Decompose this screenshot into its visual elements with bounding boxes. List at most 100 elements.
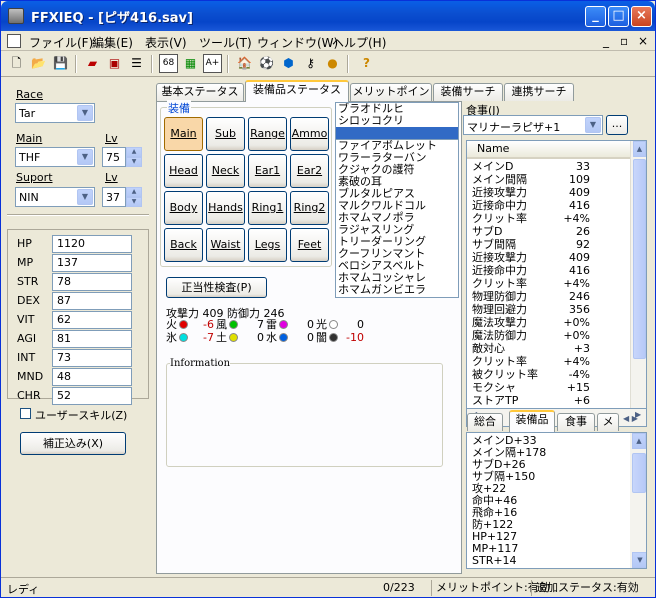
tab-equip-status[interactable]: 装備品ステータス xyxy=(245,80,349,102)
slot-sub[interactable]: Sub xyxy=(206,117,245,151)
tab-equipment[interactable]: 装備品 xyxy=(509,410,555,432)
item-list-entry[interactable]: シロッコクリ xyxy=(336,115,458,127)
list-icon[interactable]: ☰ xyxy=(127,54,146,73)
element-dot-icon xyxy=(179,320,188,329)
summary-value: 356 xyxy=(569,303,590,316)
element-dot-icon xyxy=(279,333,288,342)
slot-ammo[interactable]: Ammo xyxy=(290,117,329,151)
slot-ring1[interactable]: Ring1 xyxy=(248,191,287,225)
element-value: -10 xyxy=(346,331,364,344)
slot-ring2[interactable]: Ring2 xyxy=(290,191,329,225)
element-resist: 水0 xyxy=(266,329,314,345)
open-icon[interactable]: 📂 xyxy=(29,54,48,73)
summary-value: +6 xyxy=(573,394,590,407)
bonus-scrollbar[interactable]: ▲ ▼ xyxy=(630,433,646,568)
title-bar[interactable]: FFXIEQ - [ピザ416.sav] _ □ × xyxy=(1,1,655,31)
element-name: 氷 xyxy=(166,331,177,344)
book-red-icon[interactable]: ▰ xyxy=(83,54,102,73)
key-icon[interactable]: ⚷ xyxy=(301,54,320,73)
support-lv-input[interactable]: 37 xyxy=(102,187,126,207)
scroll-up-icon[interactable]: ▲ xyxy=(633,141,646,157)
slot-range[interactable]: Range xyxy=(248,117,287,151)
validity-check-button[interactable]: 正当性検査(P) xyxy=(166,277,267,298)
element-dot-icon xyxy=(329,333,338,342)
slot-waist[interactable]: Waist xyxy=(206,228,245,262)
tab-scroll-arrows[interactable]: ◀ ▶ xyxy=(623,414,645,428)
tab-basic-status[interactable]: 基本ステータス xyxy=(156,83,244,101)
name-column-header[interactable]: Name xyxy=(467,141,630,159)
support-job-select[interactable]: NIN ▼ xyxy=(15,187,95,207)
globe-icon[interactable]: ⬢ xyxy=(279,54,298,73)
summary-value: 409 xyxy=(569,186,590,199)
bonus-scroll-up-icon[interactable]: ▲ xyxy=(632,433,646,449)
mdi-minimize-icon[interactable]: _ xyxy=(603,34,609,48)
minimize-icon[interactable]: _ xyxy=(585,6,606,27)
bonus-scroll-thumb[interactable] xyxy=(632,453,646,493)
tab-food[interactable]: 食事 xyxy=(557,413,595,431)
slot-ear1[interactable]: Ear1 xyxy=(248,154,287,188)
summary-scrollbar[interactable]: ▲ xyxy=(630,141,646,408)
a-plus-icon[interactable]: A+ xyxy=(203,54,222,73)
menu-tools[interactable]: ツール(T) xyxy=(199,34,252,51)
ball-icon[interactable]: ⚽ xyxy=(257,54,276,73)
level68-icon[interactable]: 68 xyxy=(159,54,178,73)
summary-key: 敵対心 xyxy=(472,342,505,355)
book-check-icon[interactable]: ▣ xyxy=(105,54,124,73)
slot-legs[interactable]: Legs xyxy=(248,228,287,262)
summary-row: ストアTP +6 xyxy=(470,395,620,408)
tab-merit[interactable]: メ xyxy=(597,413,619,431)
menu-window[interactable]: ウィンドウ(W) xyxy=(257,34,338,51)
slot-neck[interactable]: Neck xyxy=(206,154,245,188)
bonus-scroll-down-icon[interactable]: ▼ xyxy=(632,552,646,568)
stat-value: 81 xyxy=(52,330,132,348)
summary-key: モクシャ xyxy=(472,381,516,394)
house-icon[interactable]: 🏠 xyxy=(235,54,254,73)
tab-chain-search[interactable]: 連携サーチ xyxy=(504,83,574,101)
help-icon[interactable]: ? xyxy=(357,54,376,73)
menu-edit[interactable]: 編集(E) xyxy=(92,34,133,51)
tab-merit-points[interactable]: メリットポイント xyxy=(350,83,432,114)
menu-file[interactable]: ファイル(F) xyxy=(29,34,93,51)
menu-help[interactable]: ヘルプ(H) xyxy=(332,34,386,51)
food-browse-button[interactable]: ... xyxy=(606,115,628,135)
main-lv-spinner[interactable]: ▲ ▼ xyxy=(126,147,142,167)
stat-value: 1120 xyxy=(52,235,132,253)
slot-feet[interactable]: Feet xyxy=(290,228,329,262)
menu-view[interactable]: 表示(V) xyxy=(145,34,187,51)
save-icon[interactable]: 💾 xyxy=(51,54,70,73)
tab-equip-search[interactable]: 装備サーチ xyxy=(433,83,503,101)
main-lv-input[interactable]: 75 xyxy=(102,147,126,167)
main-job-select[interactable]: THF ▼ xyxy=(15,147,95,167)
close-icon[interactable]: × xyxy=(631,6,652,27)
food-icon[interactable]: ● xyxy=(323,54,342,73)
stat-value: 48 xyxy=(52,368,132,386)
mdi-restore-icon[interactable]: ▫ xyxy=(620,34,628,48)
scroll-thumb[interactable] xyxy=(633,159,646,359)
slot-main[interactable]: Main xyxy=(164,117,203,151)
chart-icon[interactable]: ▦ xyxy=(181,54,200,73)
race-select[interactable]: Tar ▼ xyxy=(15,103,95,123)
status-bar: レディ 0/223 メリットポイント:有効 追加ステータス:有効 xyxy=(1,577,655,597)
tab-total[interactable]: 総合 xyxy=(467,413,503,431)
item-list-entry[interactable]: ホマムガンビエラ xyxy=(336,284,458,296)
maximize-icon[interactable]: □ xyxy=(608,6,629,27)
information-label: Information xyxy=(170,358,231,369)
slot-head[interactable]: Head xyxy=(164,154,203,188)
slot-ear2[interactable]: Ear2 xyxy=(290,154,329,188)
item-list-entry[interactable] xyxy=(336,127,458,139)
user-skill-checkbox[interactable] xyxy=(20,408,31,419)
slot-hands[interactable]: Hands xyxy=(206,191,245,225)
food-select[interactable]: マリナーラピザ+1 ▼ xyxy=(463,115,603,135)
item-list-top[interactable]: ブラオドルヒ シロッコクリ xyxy=(335,102,459,140)
slot-body[interactable]: Body xyxy=(164,191,203,225)
summary-value: +15 xyxy=(566,381,590,394)
slot-back[interactable]: Back xyxy=(164,228,203,262)
summary-value: 416 xyxy=(569,264,590,277)
correction-button[interactable]: 補正込み(X) xyxy=(20,432,126,455)
stat-label: INT xyxy=(17,351,36,364)
item-list[interactable]: ファイアボムレット ワラーラターバン クジャクの護符 素破の耳 ブルタルピアス マルクワル… xyxy=(335,140,459,298)
new-icon[interactable]: 🗋 xyxy=(7,54,26,73)
main-job-label: Main xyxy=(16,132,43,145)
mdi-close-icon[interactable]: × xyxy=(638,34,648,48)
support-lv-spinner[interactable]: ▲ ▼ xyxy=(126,187,142,207)
